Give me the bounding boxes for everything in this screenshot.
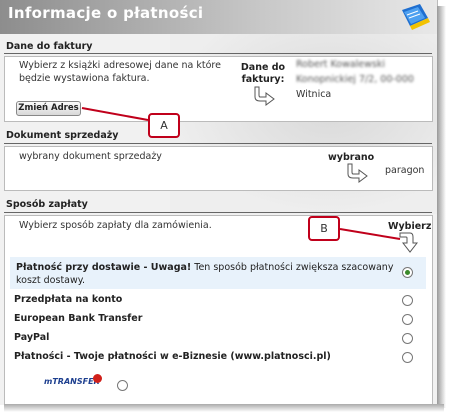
callout-b-pointer — [339, 228, 401, 240]
payment-option-cod-title: Płatność przy dostawie - Uwaga! — [16, 262, 192, 273]
billing-section-title: Dane do faktury — [6, 41, 93, 52]
payment-info-panel: Informacje o płatności Dane do faktury W… — [0, 0, 438, 405]
mtransfer-logo: mTRANSFER — [44, 377, 100, 386]
payment-option-row[interactable]: Przedpłata na konto — [10, 292, 428, 308]
sales-document-description: wybrany dokument sprzedaży — [19, 151, 162, 162]
payment-option-label: European Bank Transfer — [14, 313, 143, 324]
callout-b: B — [308, 216, 340, 241]
billing-address-city: Witnica — [296, 89, 332, 100]
payment-option-row[interactable]: PayPal — [10, 330, 428, 346]
billing-description: Wybierz z książki adresowej dane na któr… — [19, 60, 221, 84]
divider — [4, 212, 432, 213]
payment-radio-paypal[interactable] — [402, 333, 413, 344]
page-title: Informacje o płatności — [8, 4, 204, 22]
payment-option-label: Przedpłata na konto — [14, 294, 123, 305]
payment-description: Wybierz sposób zapłaty dla zamówienia. — [19, 220, 212, 231]
curved-arrow-icon — [254, 86, 275, 106]
frame-shadow — [4, 404, 444, 412]
payment-radio-prepayment[interactable] — [402, 295, 413, 306]
payment-radio-cod[interactable] — [402, 267, 413, 278]
payment-radio-platnosci[interactable] — [402, 352, 413, 363]
billing-address-name: Robert Kowalewski — [296, 59, 386, 70]
payment-option-label: PayPal — [14, 332, 50, 343]
panel-header: Informacje o płatności — [0, 0, 437, 34]
mtransfer-logo-mark — [93, 374, 102, 383]
callout-a: A — [148, 113, 180, 138]
curved-arrow-icon — [347, 163, 368, 183]
sales-document-value: paragon — [385, 165, 425, 176]
payment-section-title: Sposób zapłaty — [6, 199, 88, 210]
sales-document-section-title: Dokument sprzedaży — [6, 130, 119, 141]
callout-a-pointer — [81, 107, 149, 121]
mtransfer-logo-text: mTRANSFER — [44, 377, 100, 386]
divider — [4, 53, 432, 54]
payment-option-cod-label: Płatność przy dostawie - Uwaga! Ten spos… — [16, 261, 396, 287]
payment-radio-ebt[interactable] — [402, 314, 413, 325]
book-logo-icon — [402, 4, 430, 30]
payment-option-row[interactable]: European Bank Transfer — [10, 311, 428, 327]
change-address-button[interactable]: Zmień Adres — [16, 101, 81, 116]
payment-radio-mtransfer[interactable] — [117, 380, 128, 391]
divider — [4, 143, 432, 144]
payment-option-row[interactable]: Płatności - Twoje płatności w e-Biznesie… — [10, 349, 428, 365]
billing-label-line2: faktury: — [241, 74, 285, 85]
billing-address-street: Konopnickiej 7/2, 00-000 — [296, 74, 414, 85]
frame-shadow — [437, 6, 446, 408]
payment-option-label: Płatności - Twoje płatności w e-Biznesie… — [14, 351, 331, 362]
